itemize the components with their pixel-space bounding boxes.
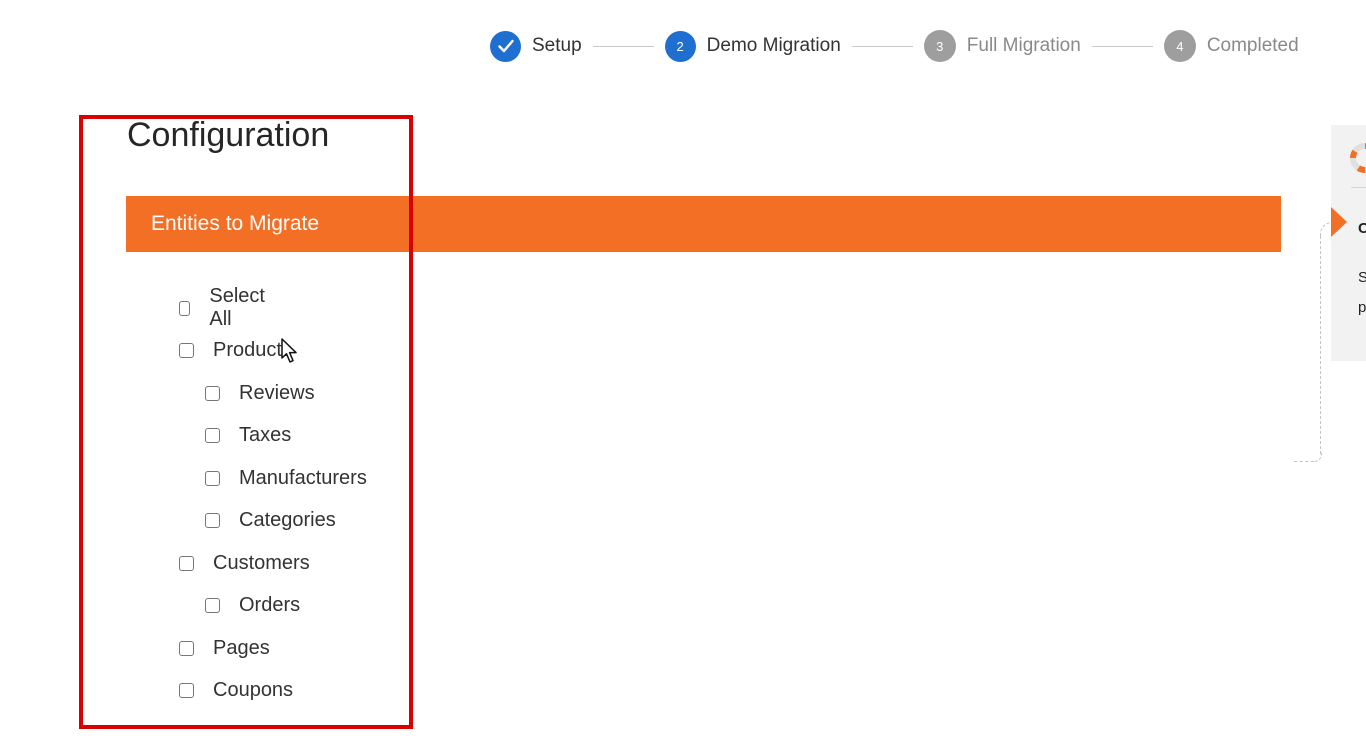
- panel-pointer-arrow: [1331, 207, 1347, 237]
- page-title: Configuration: [127, 116, 330, 154]
- step-label: Completed: [1206, 35, 1299, 56]
- step-connector: [851, 45, 913, 47]
- step-demo-migration[interactable]: 2 Demo Migration: [664, 30, 841, 62]
- step-label: Demo Migration: [706, 35, 841, 56]
- step-number: 2: [664, 30, 696, 62]
- step-connector: [592, 45, 654, 47]
- step-number: 4: [1163, 30, 1196, 62]
- entity-label: Reviews: [239, 381, 315, 404]
- entity-coupons[interactable]: Coupons: [179, 678, 293, 702]
- panel-text: S: [1358, 269, 1366, 286]
- entity-label: Manufacturers: [239, 466, 367, 489]
- entity-label: Select All: [209, 285, 265, 330]
- section-header-entities: Entities to Migrate: [126, 196, 1281, 252]
- entity-select-all[interactable]: Select All: [179, 285, 269, 330]
- migration-stepper: Setup 2 Demo Migration 3 Full Migration …: [490, 30, 1299, 62]
- step-completed[interactable]: 4 Completed: [1163, 30, 1299, 62]
- section-title: Entities to Migrate: [151, 212, 320, 235]
- taxes-checkbox[interactable]: [205, 427, 220, 443]
- entity-products[interactable]: Products: [179, 338, 292, 362]
- help-side-panel: C S p: [1331, 125, 1366, 361]
- select-all-checkbox[interactable]: [179, 300, 191, 316]
- entity-label: Customers: [213, 551, 310, 574]
- products-checkbox[interactable]: [179, 342, 194, 358]
- step-number: 3: [923, 30, 956, 62]
- migration-page: Setup 2 Demo Migration 3 Full Migration …: [0, 0, 1366, 752]
- step-connector: [1091, 45, 1153, 47]
- dashed-connector: [1313, 452, 1322, 462]
- lifebuoy-icon: [1350, 143, 1366, 173]
- entity-orders[interactable]: Orders: [205, 593, 300, 617]
- entity-manufacturers[interactable]: Manufacturers: [205, 466, 367, 490]
- dashed-connector: [1294, 461, 1314, 462]
- reviews-checkbox[interactable]: [205, 385, 220, 401]
- mouse-cursor-icon: [281, 338, 297, 363]
- entity-label: Categories: [239, 508, 336, 531]
- panel-divider: [1351, 187, 1366, 188]
- entity-customers[interactable]: Customers: [179, 551, 310, 575]
- coupons-checkbox[interactable]: [179, 682, 194, 698]
- categories-checkbox[interactable]: [205, 512, 220, 528]
- panel-heading: C: [1358, 220, 1366, 237]
- entity-reviews[interactable]: Reviews: [205, 381, 315, 405]
- step-full-migration[interactable]: 3 Full Migration: [923, 30, 1081, 62]
- entity-label: Orders: [239, 593, 301, 616]
- dashed-connector: [1320, 236, 1321, 454]
- entity-categories[interactable]: Categories: [205, 508, 336, 532]
- entity-label: Pages: [213, 636, 270, 659]
- step-label: Setup: [532, 35, 582, 56]
- panel-text: p: [1358, 299, 1366, 316]
- pages-checkbox[interactable]: [179, 640, 194, 656]
- orders-checkbox[interactable]: [205, 597, 220, 613]
- entity-pages[interactable]: Pages: [179, 636, 270, 660]
- entity-label: Coupons: [213, 678, 294, 701]
- entity-taxes[interactable]: Taxes: [205, 423, 291, 447]
- customers-checkbox[interactable]: [179, 555, 194, 571]
- manufacturers-checkbox[interactable]: [205, 470, 220, 486]
- check-icon: [490, 30, 521, 62]
- step-label: Full Migration: [966, 35, 1081, 56]
- entity-label: Taxes: [239, 423, 292, 446]
- step-setup[interactable]: Setup: [490, 30, 582, 62]
